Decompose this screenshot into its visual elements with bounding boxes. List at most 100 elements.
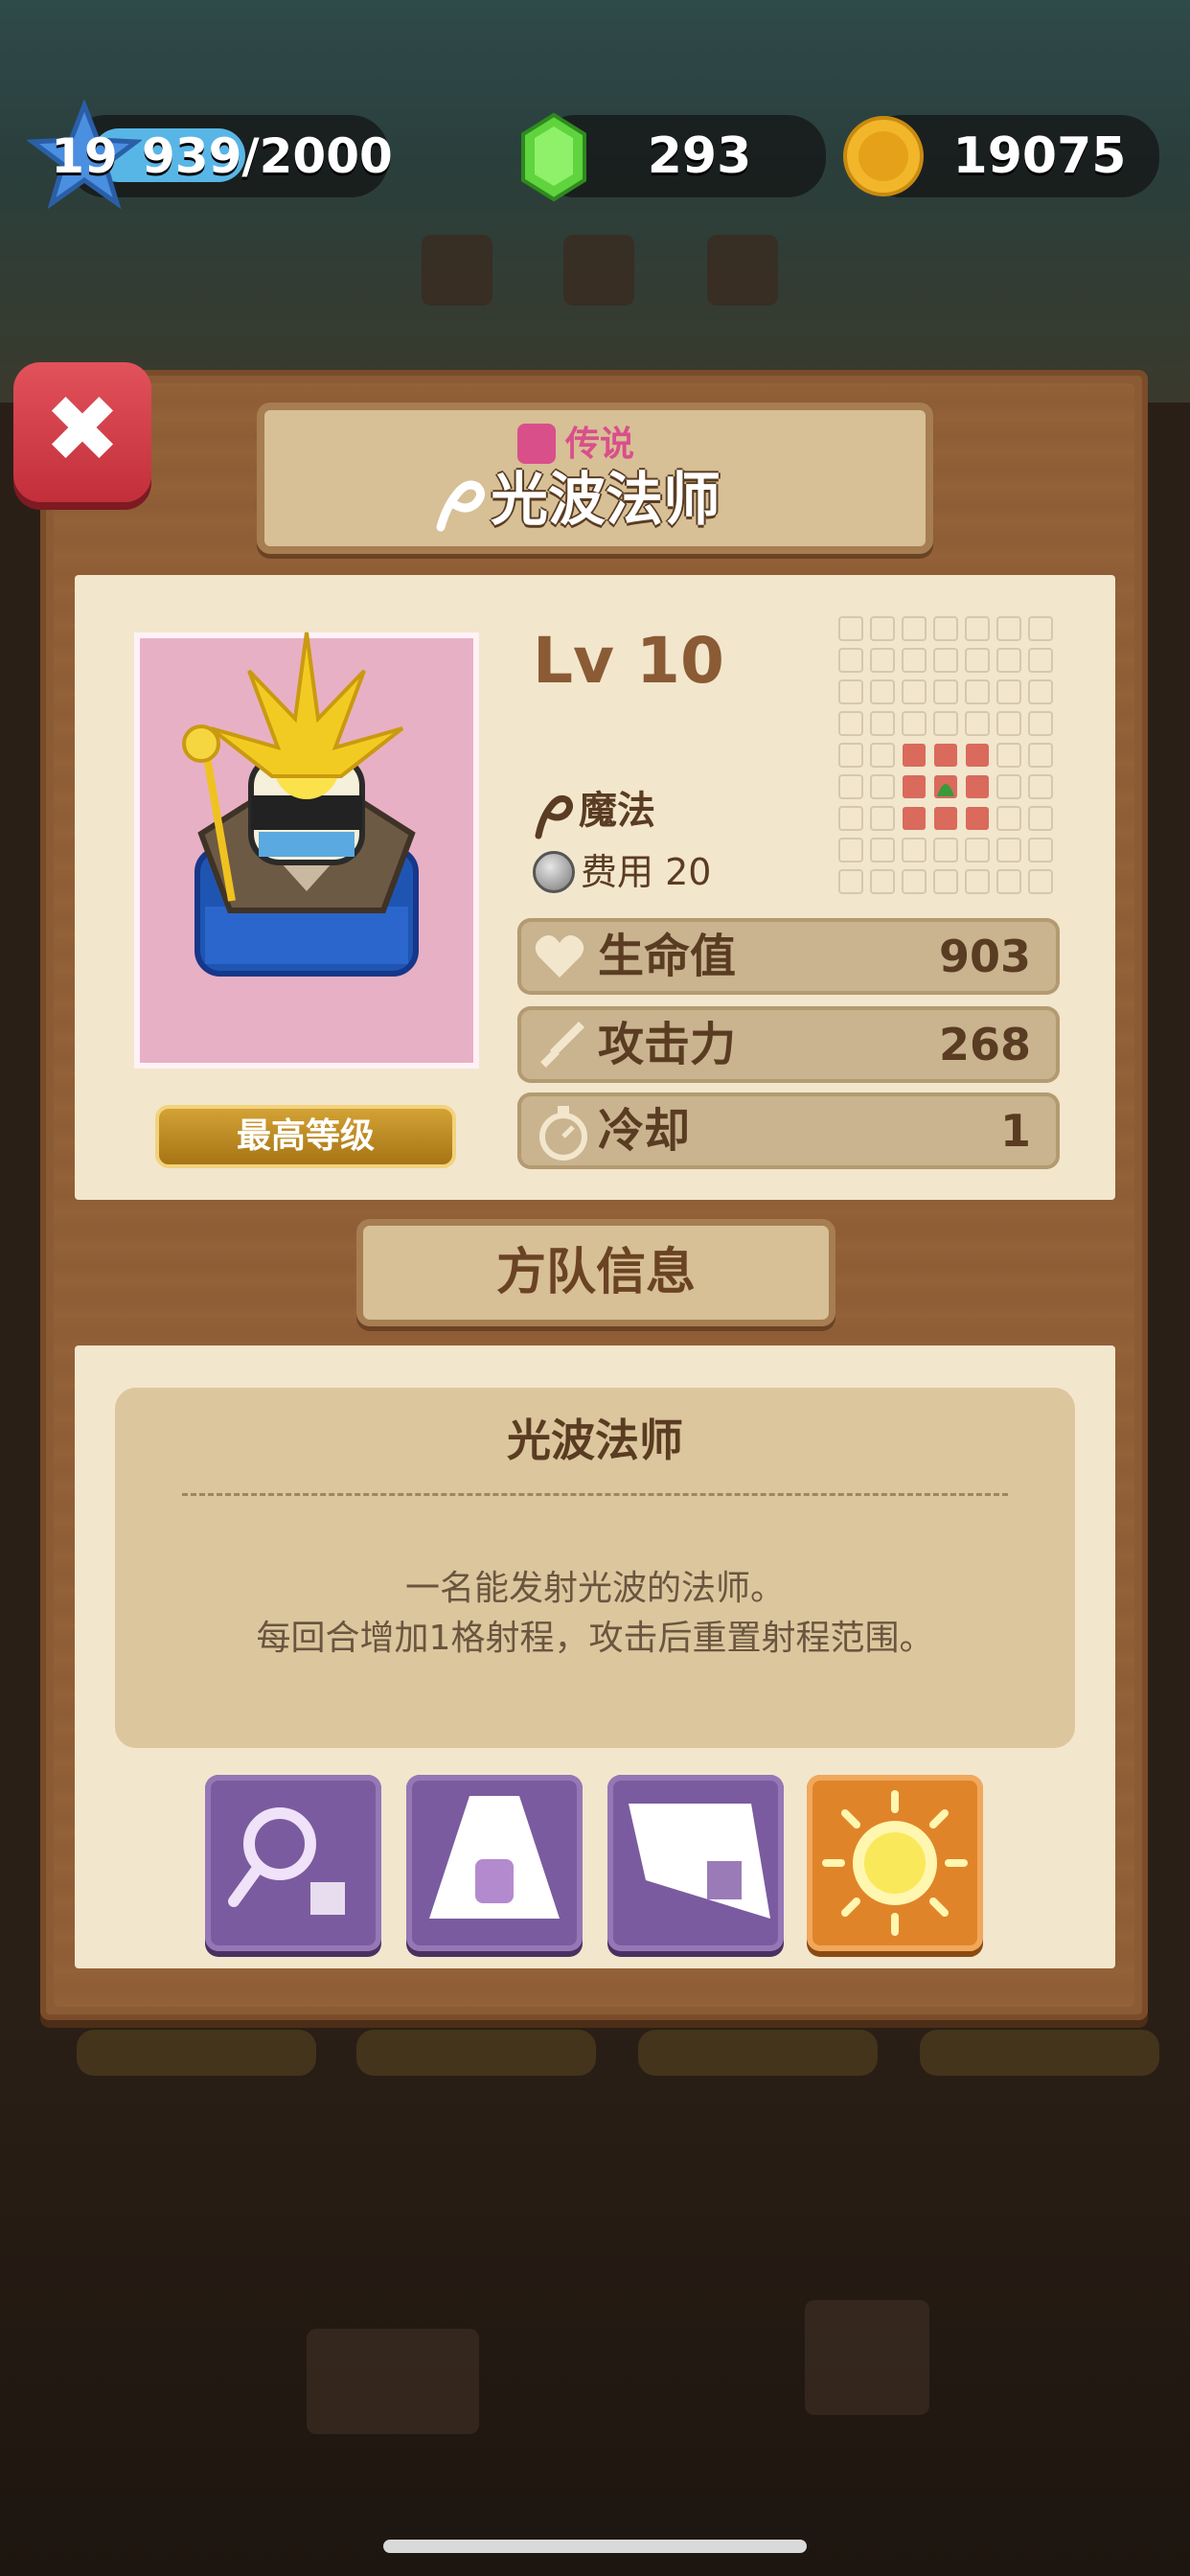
grid-cell <box>1028 806 1053 831</box>
grid-cell <box>965 679 990 704</box>
heart-icon <box>533 932 586 981</box>
background-tile <box>805 2300 929 2415</box>
grid-cell <box>933 869 958 894</box>
grid-cell <box>1028 679 1053 704</box>
grid-cell <box>933 711 958 736</box>
grid-cell <box>965 838 990 862</box>
background-button <box>638 2030 878 2076</box>
cost-coin-icon <box>533 851 575 893</box>
diagonal-beam-icon <box>629 1804 770 1919</box>
description-divider <box>182 1493 1008 1496</box>
grid-cell <box>996 869 1021 894</box>
grid-cell <box>1028 869 1053 894</box>
close-icon[interactable]: ✖ <box>13 362 151 502</box>
magnifier-wand-icon <box>228 1807 345 1915</box>
magic-icon <box>533 784 574 840</box>
grid-cell <box>933 616 958 641</box>
grid-cell <box>838 806 863 831</box>
coin-count: 19075 <box>952 127 1127 185</box>
grid-cell <box>838 711 863 736</box>
stat-cooldown-label: 冷却 <box>598 1104 691 1158</box>
unit-name-title: 光波法师 <box>491 467 721 534</box>
background-tile <box>307 2329 479 2434</box>
stat-hp-label: 生命值 <box>598 930 737 983</box>
grid-cell <box>996 806 1021 831</box>
grid-cell <box>870 838 895 862</box>
grid-cell <box>996 679 1021 704</box>
max-level-badge: 最高等级 <box>155 1105 456 1168</box>
grid-cell <box>996 711 1021 736</box>
stat-attack-label: 攻击力 <box>598 1018 737 1071</box>
grid-cell <box>902 648 927 673</box>
range-cell <box>966 807 989 830</box>
grid-cell <box>933 648 958 673</box>
grid-cell <box>902 838 927 862</box>
background-button <box>356 2030 596 2076</box>
light-beam-icon <box>429 1796 560 1919</box>
description-line-2: 每回合增加1格射程，攻击后重置射程范围。 <box>256 1619 934 1658</box>
grid-cell <box>965 616 990 641</box>
grid-cell <box>870 648 895 673</box>
squad-info-title: 方队信息 <box>495 1244 696 1301</box>
background-tile <box>563 235 634 306</box>
home-indicator[interactable] <box>383 2540 807 2553</box>
grid-cell <box>838 679 863 704</box>
skill-magnifier-wand[interactable] <box>205 1775 381 1951</box>
background-top <box>0 0 1190 402</box>
background-button <box>920 2030 1159 2076</box>
grid-cell <box>902 711 927 736</box>
grid-cell <box>870 711 895 736</box>
description-line-1: 一名能发射光波的法师。 <box>404 1569 785 1608</box>
range-cell <box>934 807 957 830</box>
grid-cell <box>838 838 863 862</box>
background-tile <box>707 235 778 306</box>
stat-hp-value: 903 <box>938 931 1031 982</box>
sun-icon <box>822 1790 968 1936</box>
grid-cell <box>996 838 1021 862</box>
description-title: 光波法师 <box>507 1414 683 1466</box>
magic-type-icon <box>433 470 487 533</box>
unit-type: 魔法 <box>579 789 655 833</box>
grid-cell <box>965 711 990 736</box>
grid-cell <box>838 648 863 673</box>
background-button <box>77 2030 316 2076</box>
grid-cell <box>870 806 895 831</box>
stopwatch-icon <box>537 1104 590 1162</box>
grid-cell <box>965 648 990 673</box>
grid-cell <box>870 774 895 799</box>
skill-diagonal-beam[interactable] <box>607 1775 784 1951</box>
range-cell <box>966 744 989 767</box>
range-cell <box>934 744 957 767</box>
background-tile <box>422 235 492 306</box>
rarity-icon <box>517 424 556 464</box>
gem-icon[interactable] <box>517 111 590 203</box>
grid-cell <box>1028 838 1053 862</box>
grid-cell <box>1028 743 1053 768</box>
grid-cell <box>838 774 863 799</box>
grid-cell <box>1028 648 1053 673</box>
range-cell <box>903 744 926 767</box>
coin-icon[interactable] <box>843 113 924 199</box>
stat-cooldown-value: 1 <box>999 1105 1031 1157</box>
unit-portrait <box>144 613 469 1016</box>
range-cell <box>903 775 926 798</box>
attack-range-grid <box>837 615 1056 899</box>
xp-text: 939/2000 <box>142 128 393 184</box>
grid-cell <box>902 679 927 704</box>
grid-cell <box>933 679 958 704</box>
grid-cell <box>996 616 1021 641</box>
grid-cell <box>870 679 895 704</box>
range-cell <box>966 775 989 798</box>
stat-attack-value: 268 <box>938 1019 1031 1070</box>
grid-cell <box>902 616 927 641</box>
grid-cell <box>1028 774 1053 799</box>
grid-cell <box>902 869 927 894</box>
range-cell <box>903 807 926 830</box>
grid-cell <box>870 616 895 641</box>
grid-cell <box>870 743 895 768</box>
grid-cell <box>838 869 863 894</box>
skill-light-beam[interactable] <box>406 1775 583 1951</box>
gem-count: 293 <box>647 127 752 185</box>
unit-cost: 费用 20 <box>581 851 712 893</box>
skill-sun[interactable] <box>807 1775 983 1951</box>
